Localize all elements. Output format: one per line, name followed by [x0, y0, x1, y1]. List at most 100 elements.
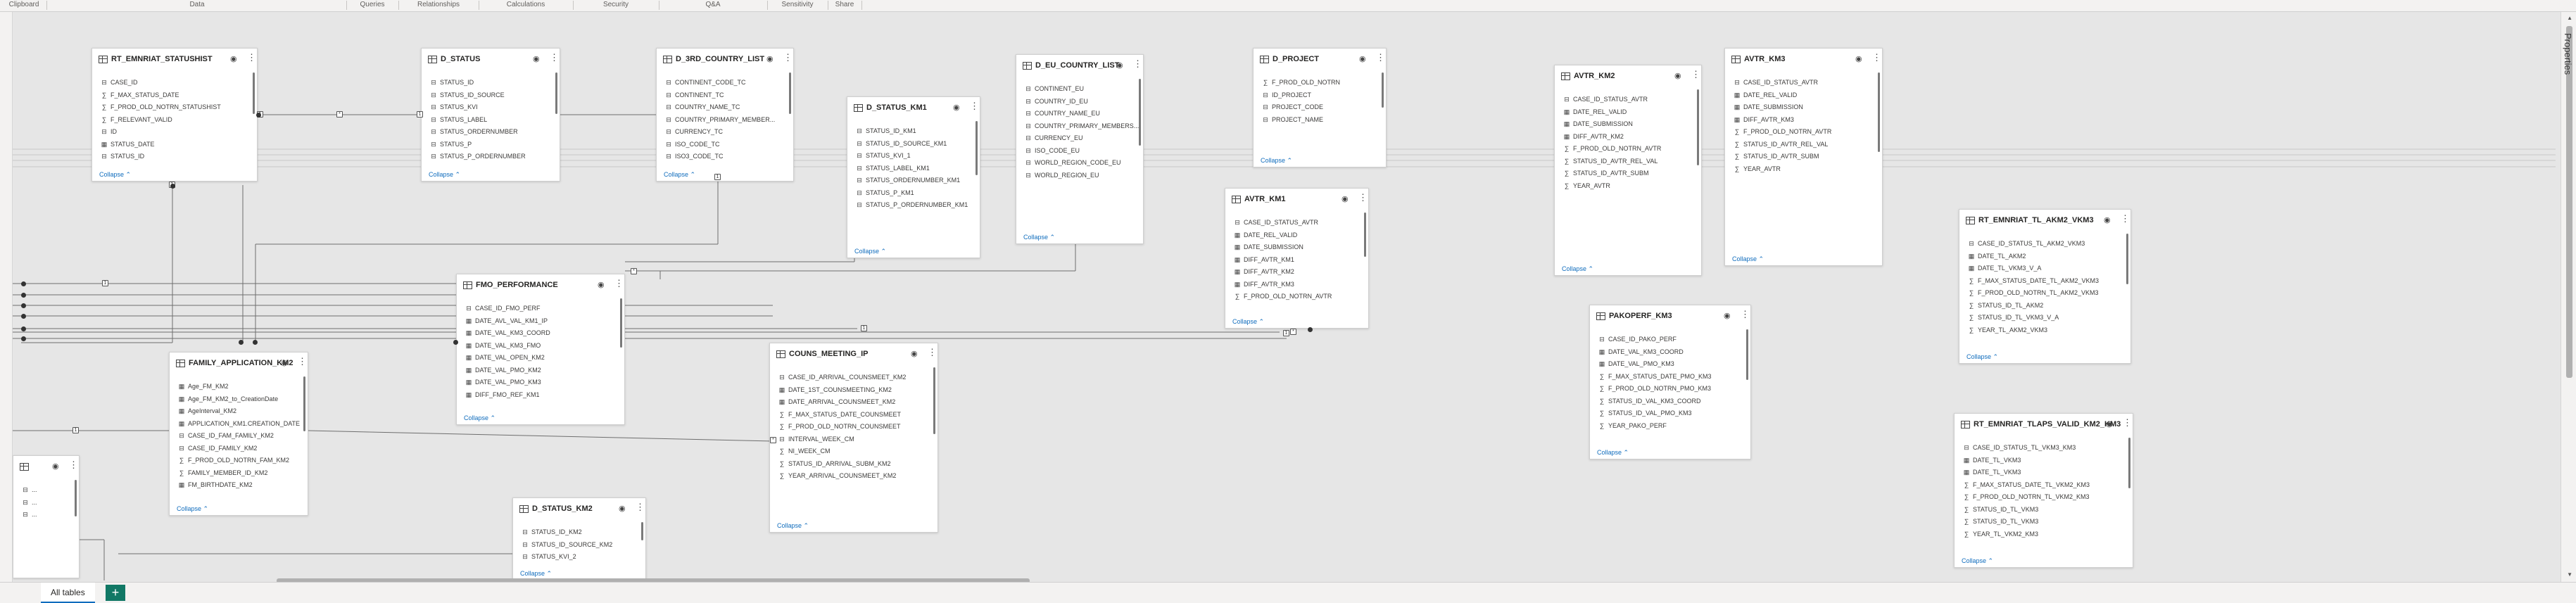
table-field[interactable]: ∑ STATUS_ID_TL_VKM3 [1962, 504, 2038, 515]
more-options-icon[interactable]: ⋮ [69, 460, 78, 469]
relationship-marker[interactable]: * [1290, 329, 1296, 335]
table-field[interactable]: ∑ STATUS_ID_AVTR_REL_VAL [1562, 155, 1658, 167]
eye-icon[interactable]: ◉ [52, 462, 59, 471]
table-card-scrollbar[interactable] [1139, 79, 1141, 146]
table-card[interactable]: PAKOPERF_KM3 ◉ ⋮ ⊟ CASE_ID_PAKO_PERF ▦ DATE_VA… [1589, 305, 1751, 459]
table-card[interactable]: RT_EMNRIAT_STATUSHIST ◉ ⋮ ⊟ CASE_ID ∑ F_MAX_ST… [91, 48, 258, 182]
table-card-scrollbar[interactable] [641, 522, 643, 541]
table-field[interactable]: ∑ F_PROD_OLD_NOTRN_TL_AKM2_VKM3 [1966, 287, 2099, 298]
more-options-icon[interactable]: ⋮ [550, 53, 559, 62]
table-field[interactable]: ⊟ CASE_ID_STATUS_AVTR [1562, 94, 1648, 105]
table-field[interactable]: ▦ APPLICATION_KM1.CREATION_DATE [177, 418, 300, 429]
table-field[interactable]: ∑ STATUS_ID_VAL_KM3_COORD [1597, 395, 1701, 407]
table-field[interactable]: ⊟ COUNTRY_NAME_TC [664, 101, 740, 113]
table-field[interactable]: ∑ STATUS_ID_AVTR_SUBM [1732, 151, 1819, 162]
table-field[interactable]: ∑ YEAR_TL_AKM2_VKM3 [1966, 324, 2047, 336]
table-field[interactable]: ∑ F_PROD_OLD_NOTRN_AVTR [1562, 143, 1662, 154]
table-field[interactable]: ⊟ PROJECT_CODE [1261, 101, 1323, 113]
eye-icon[interactable]: ◉ [533, 54, 540, 63]
more-options-icon[interactable]: ⋮ [1872, 53, 1881, 62]
collapse-link[interactable]: Collapse ⌃ [429, 171, 460, 179]
table-field[interactable]: ∑ YEAR_TL_VKM2_KM3 [1962, 528, 2038, 540]
table-field[interactable]: ⊟ STATUS_LABEL [429, 114, 487, 125]
table-field[interactable]: ⊟ COUNTRY_PRIMARY_MEMBER... [664, 114, 775, 125]
table-field[interactable]: ⊟ STATUS_KVI [429, 101, 477, 113]
table-field[interactable]: ▦ DATE_VAL_KM3_COORD [1597, 346, 1684, 357]
table-field[interactable]: ⊟ STATUS_ID_SOURCE [429, 89, 504, 101]
more-options-icon[interactable]: ⋮ [1358, 193, 1368, 202]
more-options-icon[interactable]: ⋮ [1376, 53, 1385, 62]
eye-icon[interactable]: ◉ [1116, 61, 1123, 70]
table-field[interactable]: ⊟ STATUS_KVI_2 [520, 551, 576, 562]
table-field[interactable]: ⊟ INTERVAL_WEEK_CM [777, 433, 854, 445]
table-field[interactable]: ∑ F_PROD_OLD_NOTRN [1261, 77, 1340, 88]
table-field[interactable]: ▦ DATE_VAL_OPEN_KM2 [464, 352, 545, 363]
eye-icon[interactable]: ◉ [1674, 71, 1681, 80]
table-field[interactable]: ⊟ CURRENCY_TC [664, 126, 723, 137]
table-card-header[interactable]: RT_EMNRIAT_STATUSHIST ◉ ⋮ [92, 49, 257, 70]
ribbon-group-qa[interactable]: Q&A [660, 1, 766, 8]
table-field[interactable]: ∑ YEAR_AVTR [1732, 163, 1781, 174]
table-field[interactable]: ▦ DATE_VAL_PMO_KM2 [464, 364, 541, 376]
add-layout-button[interactable]: + [106, 585, 125, 601]
table-field[interactable]: ∑ STATUS_ID_TL_AKM2 [1966, 300, 2043, 311]
table-card[interactable]: D_STATUS ◉ ⋮ ⊟ STATUS_ID ⊟ STATUS_ID_SOURCE ⊟ ST… [421, 48, 560, 182]
table-card-header[interactable]: AVTR_KM2 ◉ ⋮ [1555, 65, 1701, 87]
table-field[interactable]: ▦ Age_FM_KM2 [177, 381, 229, 392]
table-field[interactable]: ⊟ STATUS_P_KM1 [854, 187, 914, 198]
table-field[interactable]: ⊟ CASE_ID_PAKO_PERF [1597, 334, 1677, 345]
tab-all-tables[interactable]: All tables [41, 583, 95, 603]
collapse-link[interactable]: Collapse ⌃ [99, 171, 131, 179]
table-card[interactable]: AVTR_KM1 ◉ ⋮ ⊟ CASE_ID_STATUS_AVTR ▦ DATE_REL_… [1225, 188, 1369, 329]
table-field[interactable]: ⊟ CONTINENT_CODE_TC [664, 77, 745, 88]
table-field[interactable]: ⊟ WORLD_REGION_EU [1023, 170, 1099, 181]
table-field[interactable]: ▦ DATE_TL_VKM3 [1962, 455, 2021, 466]
table-field[interactable]: ▦ DATE_SUBMISSION [1732, 101, 1803, 113]
vertical-scroll-thumb[interactable] [2566, 26, 2572, 378]
eye-icon[interactable]: ◉ [1724, 311, 1731, 320]
table-card-scrollbar[interactable] [75, 480, 77, 516]
eye-icon[interactable]: ◉ [953, 103, 960, 112]
table-card-scrollbar[interactable] [1697, 89, 1699, 165]
table-card-scrollbar[interactable] [1746, 329, 1748, 380]
table-field[interactable]: ∑ YEAR_ARRIVAL_COUNSMEET_KM2 [777, 470, 897, 481]
table-field[interactable]: ⊟ STATUS_ID_SOURCE_KM1 [854, 138, 947, 149]
table-field[interactable]: ⊟ STATUS_ID_KM2 [520, 526, 581, 538]
table-card-header[interactable]: RT_EMNRIAT_TL_AKM2_VKM3 ◉ ⋮ [1959, 210, 2130, 231]
table-field[interactable]: ⊟ WORLD_REGION_CODE_EU [1023, 157, 1120, 168]
table-field[interactable]: ⊟... [20, 497, 37, 508]
table-card-scrollbar[interactable] [253, 72, 255, 114]
ribbon-group-queries[interactable]: Queries [348, 1, 397, 8]
scroll-up-icon[interactable]: ▲ [2567, 15, 2572, 21]
model-canvas[interactable]: RT_EMNRIAT_STATUSHIST ◉ ⋮ ⊟ CASE_ID ∑ F_MAX_ST… [13, 12, 2556, 580]
table-field[interactable]: ⊟ CASE_ID_FAM_FAMILY_KM2 [177, 430, 274, 441]
table-field[interactable]: ⊟ COUNTRY_ID_EU [1023, 96, 1088, 107]
table-card-scrollbar[interactable] [789, 72, 791, 114]
table-field[interactable]: ⊟ STATUS_LABEL_KM1 [854, 163, 929, 174]
table-card-scrollbar[interactable] [933, 367, 935, 434]
table-field[interactable]: ▦ DIFF_AVTR_KM2 [1562, 131, 1624, 142]
ribbon-group-relationships[interactable]: Relationships [400, 1, 477, 8]
scroll-down-icon[interactable]: ▼ [2567, 571, 2572, 578]
table-card-scrollbar[interactable] [555, 72, 557, 114]
eye-icon[interactable]: ◉ [1855, 54, 1862, 63]
table-card-header[interactable]: D_STATUS_KM2 ◉ ⋮ [513, 498, 645, 519]
table-card-header[interactable]: AVTR_KM3 ◉ ⋮ [1725, 49, 1882, 70]
table-field[interactable]: ⊟ STATUS_P_ORDERNUMBER_KM1 [854, 199, 968, 210]
table-card-header[interactable]: D_STATUS_KM1 ◉ ⋮ [847, 97, 980, 118]
collapse-link[interactable]: Collapse ⌃ [520, 570, 552, 578]
table-field[interactable]: ⊟ STATUS_ID [99, 151, 144, 162]
eye-icon[interactable]: ◉ [619, 504, 626, 513]
relationship-marker[interactable]: 1 [72, 427, 79, 433]
table-card[interactable]: AVTR_KM3 ◉ ⋮ ⊟ CASE_ID_STATUS_AVTR ▦ DATE_REL_… [1724, 48, 1883, 266]
more-options-icon[interactable]: ⋮ [1691, 70, 1700, 79]
table-field[interactable]: ▦ STATUS_DATE [99, 139, 155, 150]
eye-icon[interactable]: ◉ [230, 54, 237, 63]
table-field[interactable]: ∑ F_PROD_OLD_NOTRN_COUNSMEET [777, 421, 901, 432]
collapse-link[interactable]: Collapse ⌃ [1261, 157, 1292, 165]
table-card-header[interactable]: D_STATUS ◉ ⋮ [422, 49, 560, 70]
table-field[interactable]: ▦ DATE_AVL_VAL_KM1_IP [464, 315, 548, 326]
table-field[interactable]: ∑ STATUS_ID_AVTR_REL_VAL [1732, 139, 1829, 150]
left-pane-collapsed[interactable] [0, 12, 13, 582]
more-options-icon[interactable]: ⋮ [1741, 310, 1750, 319]
